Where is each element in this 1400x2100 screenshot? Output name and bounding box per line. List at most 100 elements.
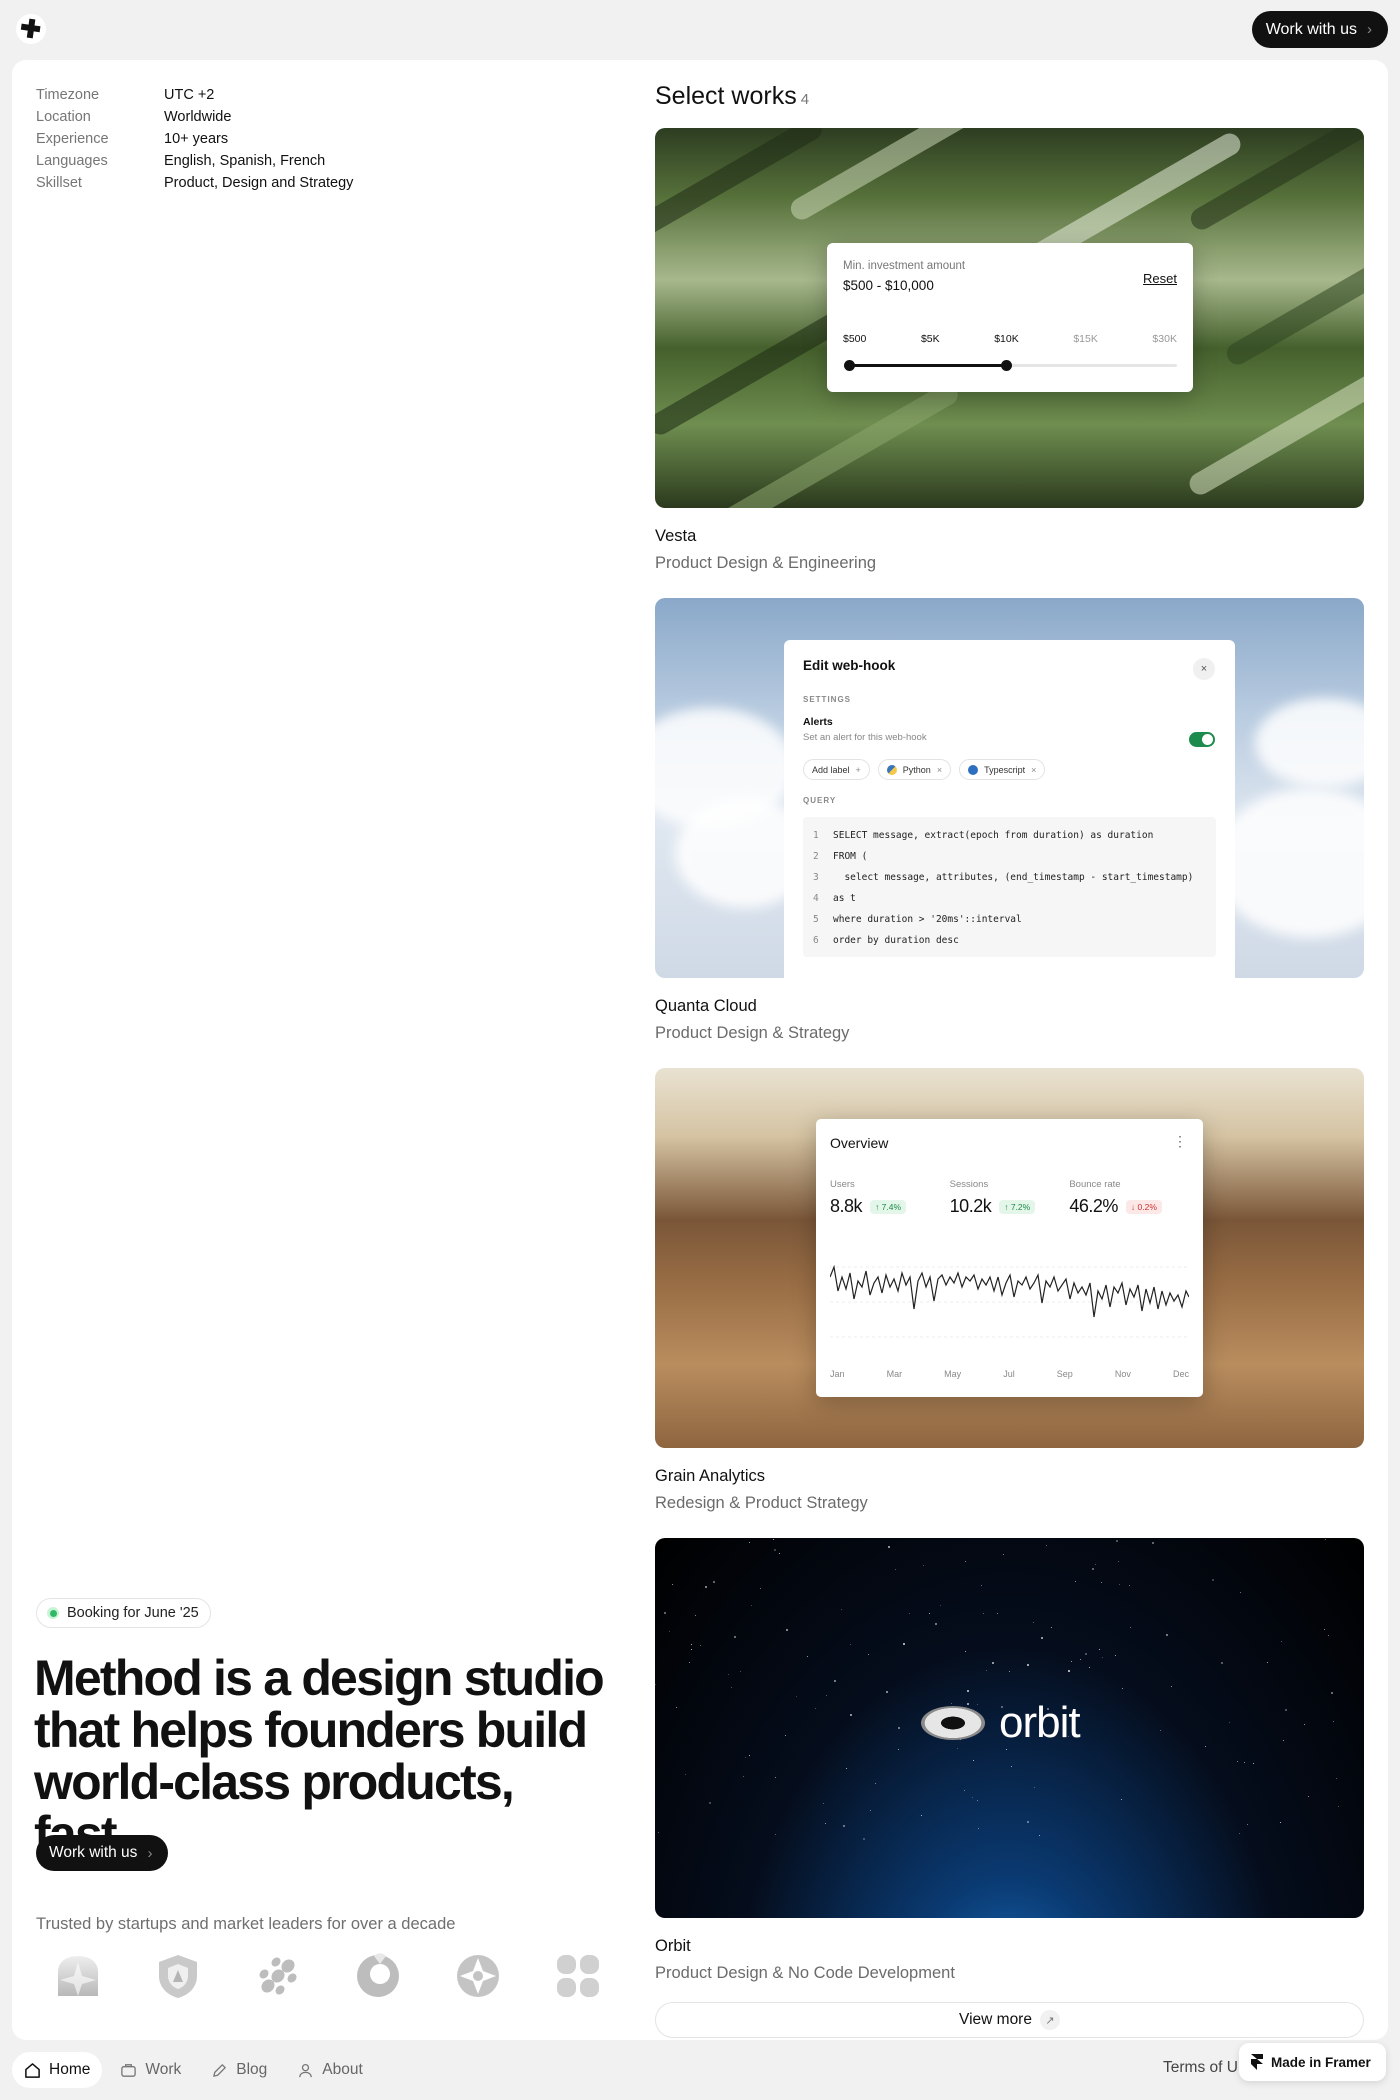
nav-item-about[interactable]: About	[285, 2052, 375, 2088]
works-title: Select works 4	[655, 82, 809, 111]
star-tile-icon	[58, 1956, 98, 1996]
work-card-orbit[interactable]: orbit Orbit Product Design & No Code Dev…	[655, 1538, 1364, 1983]
nav-item-work[interactable]: Work	[108, 2052, 193, 2088]
star-dot	[1303, 1723, 1305, 1725]
slider-tick: $500	[843, 333, 867, 345]
work-with-us-button[interactable]: Work with us ›	[1251, 11, 1388, 48]
code-line: 5 where duration > '20ms'::interval	[813, 909, 1208, 930]
work-card-quanta-cloud[interactable]: Edit web-hook × SETTINGS Alerts Set an a…	[655, 598, 1364, 1043]
code-text: where duration > '20ms'::interval	[833, 914, 1022, 925]
info-value: Product, Design and Strategy	[164, 175, 354, 191]
work-name: Vesta	[655, 527, 697, 545]
star-dot	[1050, 1626, 1052, 1628]
star-dot	[685, 1774, 687, 1776]
booking-badge: Booking for June '25	[36, 1598, 211, 1628]
star-dot	[1039, 1834, 1041, 1836]
code-line: 1 SELECT message, extract(epoch from dura…	[813, 825, 1208, 846]
star-dot	[1160, 1729, 1162, 1731]
studio-logo[interactable]	[16, 14, 46, 44]
terms-link[interactable]: Terms of U	[1163, 2059, 1243, 2077]
star-dot	[1337, 1806, 1339, 1808]
month-label: Jan	[830, 1369, 845, 1379]
profile-info: Timezone UTC +2 Location Worldwide Exper…	[36, 84, 353, 194]
line-number: 5	[813, 914, 819, 925]
star-dot	[1212, 1578, 1215, 1581]
forest-streak	[655, 128, 826, 244]
more-vertical-icon: ⋮	[1173, 1133, 1187, 1149]
forest-streak	[708, 379, 962, 508]
month-label: Nov	[1114, 1369, 1131, 1379]
nav-item-blog[interactable]: Blog	[199, 2052, 279, 2088]
stat-delta: ↑ 7.2%	[999, 1199, 1036, 1214]
star-dot	[1239, 1833, 1241, 1835]
month-label: Jul	[1003, 1369, 1015, 1379]
star-dot	[964, 1789, 966, 1791]
line-number: 3	[813, 872, 819, 883]
status-dot-icon	[47, 1607, 59, 1619]
work-category: Product Design & Strategy	[655, 1024, 850, 1042]
star-dot	[902, 1643, 905, 1646]
work-card-vesta[interactable]: Min. investment amount $500 - $10,000 Re…	[655, 128, 1364, 573]
hero-headline: Method is a design studio that helps fou…	[34, 1650, 605, 1862]
star-dot	[700, 1644, 702, 1646]
label-chips: Add label + Python × Typescript ×	[803, 759, 1216, 780]
star-dot	[675, 1707, 677, 1709]
info-key: Timezone	[36, 87, 100, 103]
star-dot	[1033, 1787, 1035, 1789]
star-dot	[982, 1613, 984, 1615]
webhook-panel: Edit web-hook × SETTINGS Alerts Set an a…	[784, 640, 1235, 978]
star-dot	[1094, 1563, 1096, 1565]
star-dot	[888, 1546, 891, 1549]
ring-icon	[357, 1953, 399, 1997]
star-dot	[1128, 1585, 1130, 1587]
star-dot	[749, 1541, 751, 1543]
star-dot	[965, 1560, 967, 1562]
star-dot	[1040, 1637, 1043, 1640]
shield-icon	[159, 1955, 197, 1998]
chevron-right-icon: ›	[147, 1844, 153, 1862]
star-dot	[1171, 1685, 1173, 1687]
alerts-toggle	[1189, 732, 1215, 747]
view-more-button[interactable]: View more ↗	[655, 2002, 1364, 2038]
work-category: Redesign & Product Strategy	[655, 1494, 868, 1512]
typescript-icon	[968, 764, 979, 775]
star-dot	[784, 1735, 786, 1737]
star-dot	[744, 1756, 746, 1758]
reset-link: Reset	[1143, 271, 1177, 286]
line-number: 1	[813, 830, 819, 841]
code-text: SELECT message, extract(epoch from durat…	[833, 830, 1154, 841]
info-value: Worldwide	[164, 109, 232, 125]
sessions-sparkline	[830, 1264, 1189, 1338]
nav-item-home[interactable]: Home	[12, 2052, 103, 2088]
made-in-framer-badge[interactable]: Made in Framer	[1239, 2043, 1386, 2081]
plus-icon: +	[855, 764, 861, 775]
star-dot	[775, 1833, 777, 1835]
star-dot	[1088, 1667, 1090, 1669]
star-dot	[1080, 1658, 1082, 1660]
month-label: Mar	[886, 1369, 903, 1379]
hero-work-with-us-button[interactable]: Work with us ›	[36, 1835, 169, 1871]
grain-thumbnail: Overview ⋮ Users 8.8k ↑ 7.4% Sessions 10…	[655, 1068, 1364, 1448]
star-dot	[1266, 1662, 1268, 1664]
star-dot	[928, 1612, 930, 1614]
work-card-grain-analytics[interactable]: Overview ⋮ Users 8.8k ↑ 7.4% Sessions 10…	[655, 1068, 1364, 1513]
slider-tick: $15K	[1073, 333, 1098, 345]
remove-icon: ×	[936, 764, 943, 775]
booking-label: Booking for June '25	[67, 1605, 199, 1621]
star-dot	[1336, 1777, 1338, 1779]
view-more-label: View more	[959, 2011, 1032, 2028]
info-value: English, Spanish, French	[164, 153, 326, 169]
chip-label: Typescript	[984, 764, 1026, 775]
home-icon	[25, 2062, 40, 2078]
info-key: Experience	[36, 131, 109, 147]
code-line: 2 FROM (	[813, 846, 1208, 867]
star-dot	[1240, 1591, 1242, 1593]
star-dot	[704, 1586, 707, 1589]
trusted-text: Trusted by startups and market leaders f…	[36, 1915, 456, 1933]
star-dot	[1085, 1653, 1088, 1656]
investment-label: Min. investment amount	[843, 260, 966, 272]
chip-label: Add label	[812, 764, 850, 775]
star-dot	[730, 1686, 732, 1688]
code-line: 6 order by duration desc	[813, 930, 1208, 951]
star-dot	[1005, 1748, 1007, 1750]
